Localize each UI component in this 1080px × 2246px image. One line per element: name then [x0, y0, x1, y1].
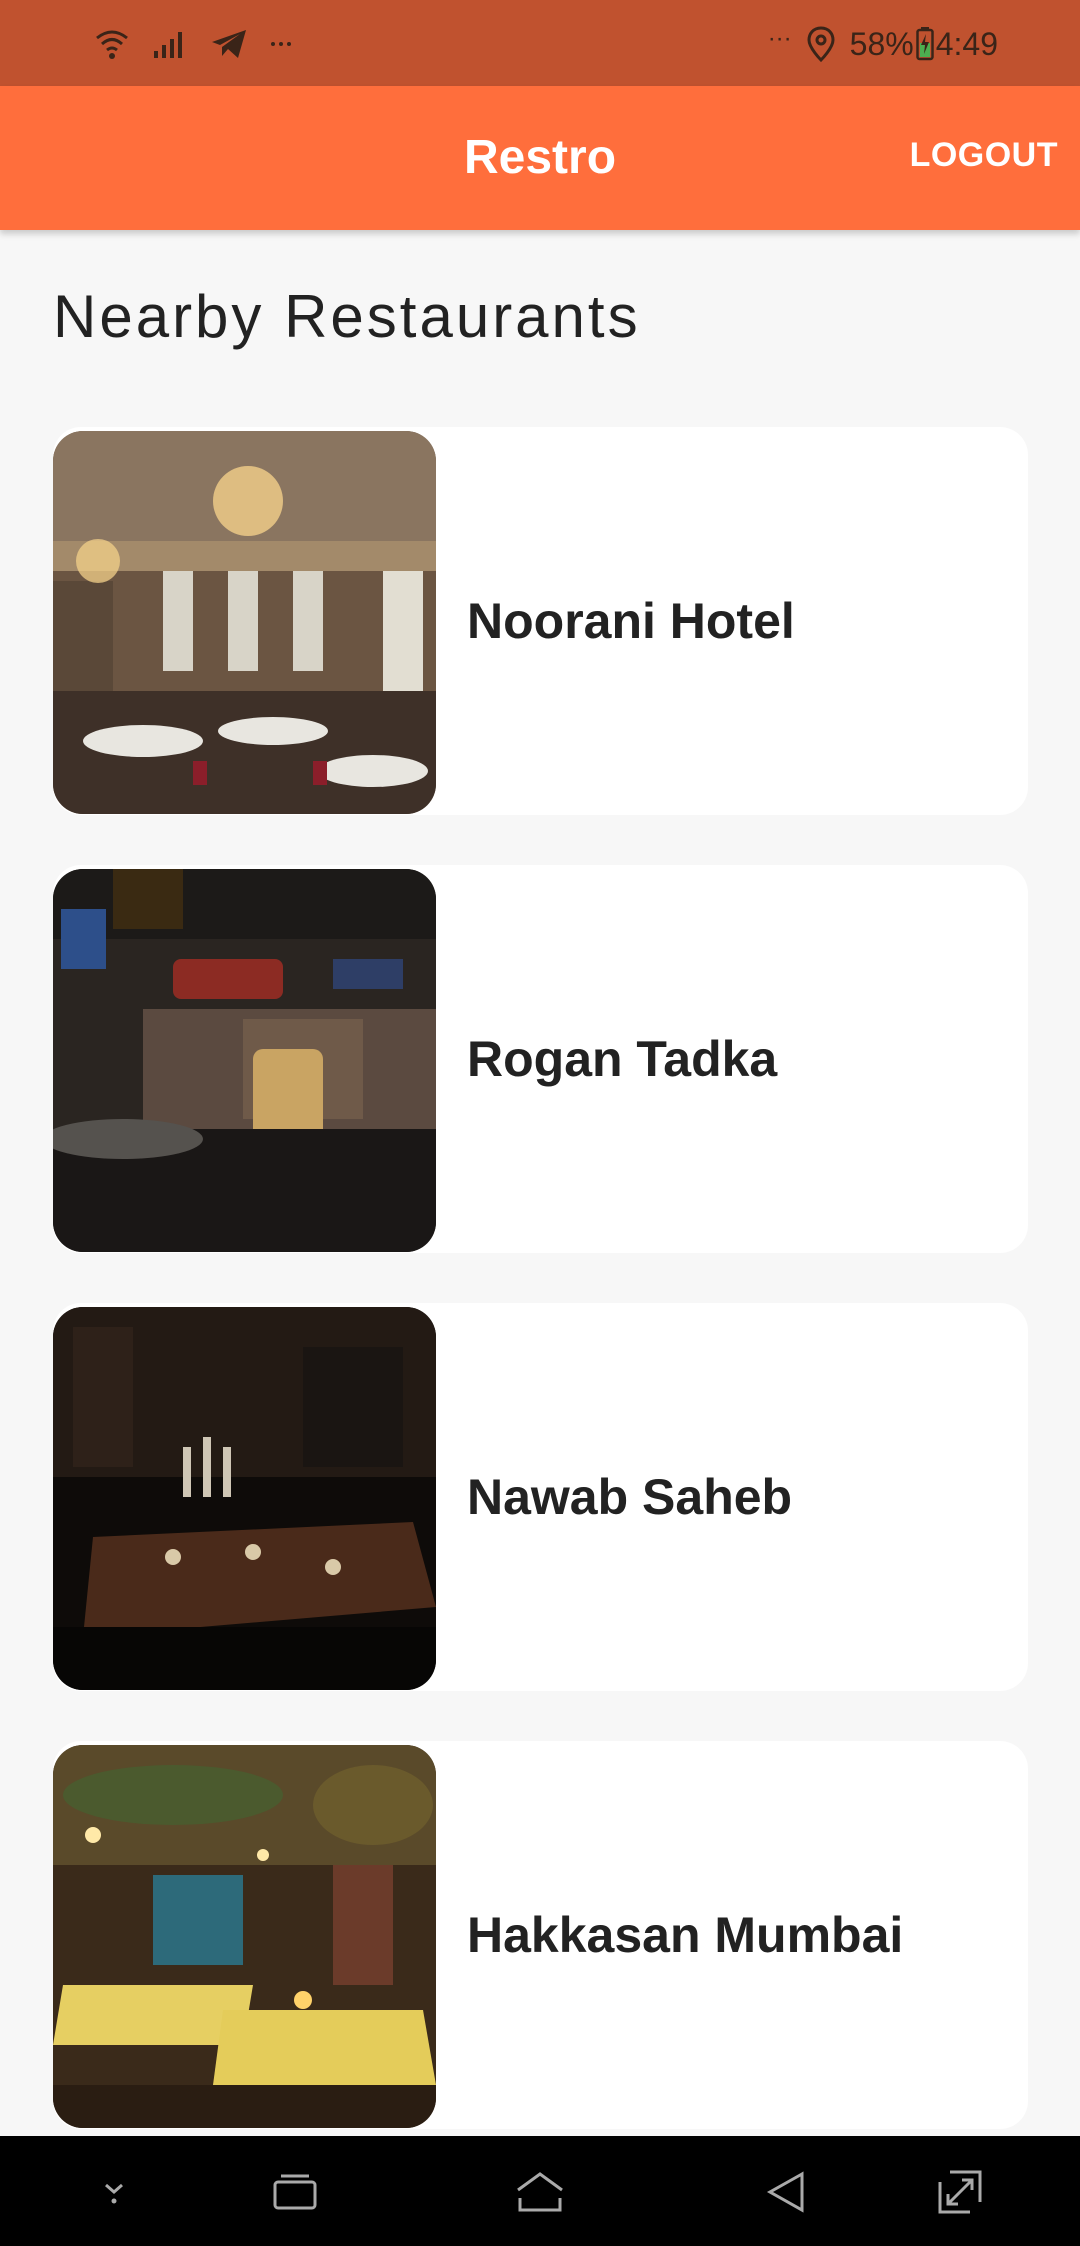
recent-apps-icon[interactable] [265, 2164, 325, 2220]
restaurant-name: Nawab Saheb [467, 1469, 793, 1525]
restaurant-image [53, 1745, 436, 2128]
status-bar: ··· 58% 4:49 [0, 0, 1080, 86]
back-icon[interactable] [756, 2164, 816, 2220]
restaurant-card[interactable]: Nawab Saheb [53, 1303, 1028, 1691]
hide-keyboard-icon[interactable] [84, 2164, 144, 2220]
restaurant-card[interactable]: Hakkasan Mumbai [53, 1741, 1028, 2129]
app-bar: Restro LOGOUT [0, 86, 1080, 230]
status-more-text: ··· [767, 25, 792, 52]
home-icon[interactable] [510, 2164, 570, 2220]
more-icon [270, 39, 292, 49]
signal-icon [152, 29, 188, 59]
logout-button[interactable]: LOGOUT [910, 136, 1058, 175]
expand-icon[interactable] [930, 2164, 990, 2220]
location-icon [806, 26, 836, 62]
page-title: Nearby Restaurants [53, 283, 641, 350]
restaurant-card[interactable]: Rogan Tadka [53, 865, 1028, 1253]
restaurant-name: Hakkasan Mumbai [467, 1907, 904, 1963]
wifi-icon [94, 27, 130, 61]
telegram-icon [210, 28, 248, 60]
restaurant-name: Rogan Tadka [467, 1031, 778, 1087]
restaurant-list: Noorani Hotel Rogan Tadka Nawab Saheb Ha… [53, 427, 1028, 2179]
clock-time: 4:49 [935, 25, 998, 62]
status-right-icons: ··· 58% 4:49 [768, 24, 998, 64]
battery-group: 58% 4:49 [850, 26, 998, 63]
battery-charging-icon [915, 27, 934, 61]
restaurant-image [53, 869, 436, 1252]
restaurant-name: Noorani Hotel [467, 593, 795, 649]
restaurant-image [53, 431, 436, 814]
status-left-icons [94, 24, 292, 64]
system-nav-bar [0, 2136, 1080, 2246]
restaurant-image [53, 1307, 436, 1690]
battery-percent: 58% [849, 25, 914, 62]
restaurant-card[interactable]: Noorani Hotel [53, 427, 1028, 815]
